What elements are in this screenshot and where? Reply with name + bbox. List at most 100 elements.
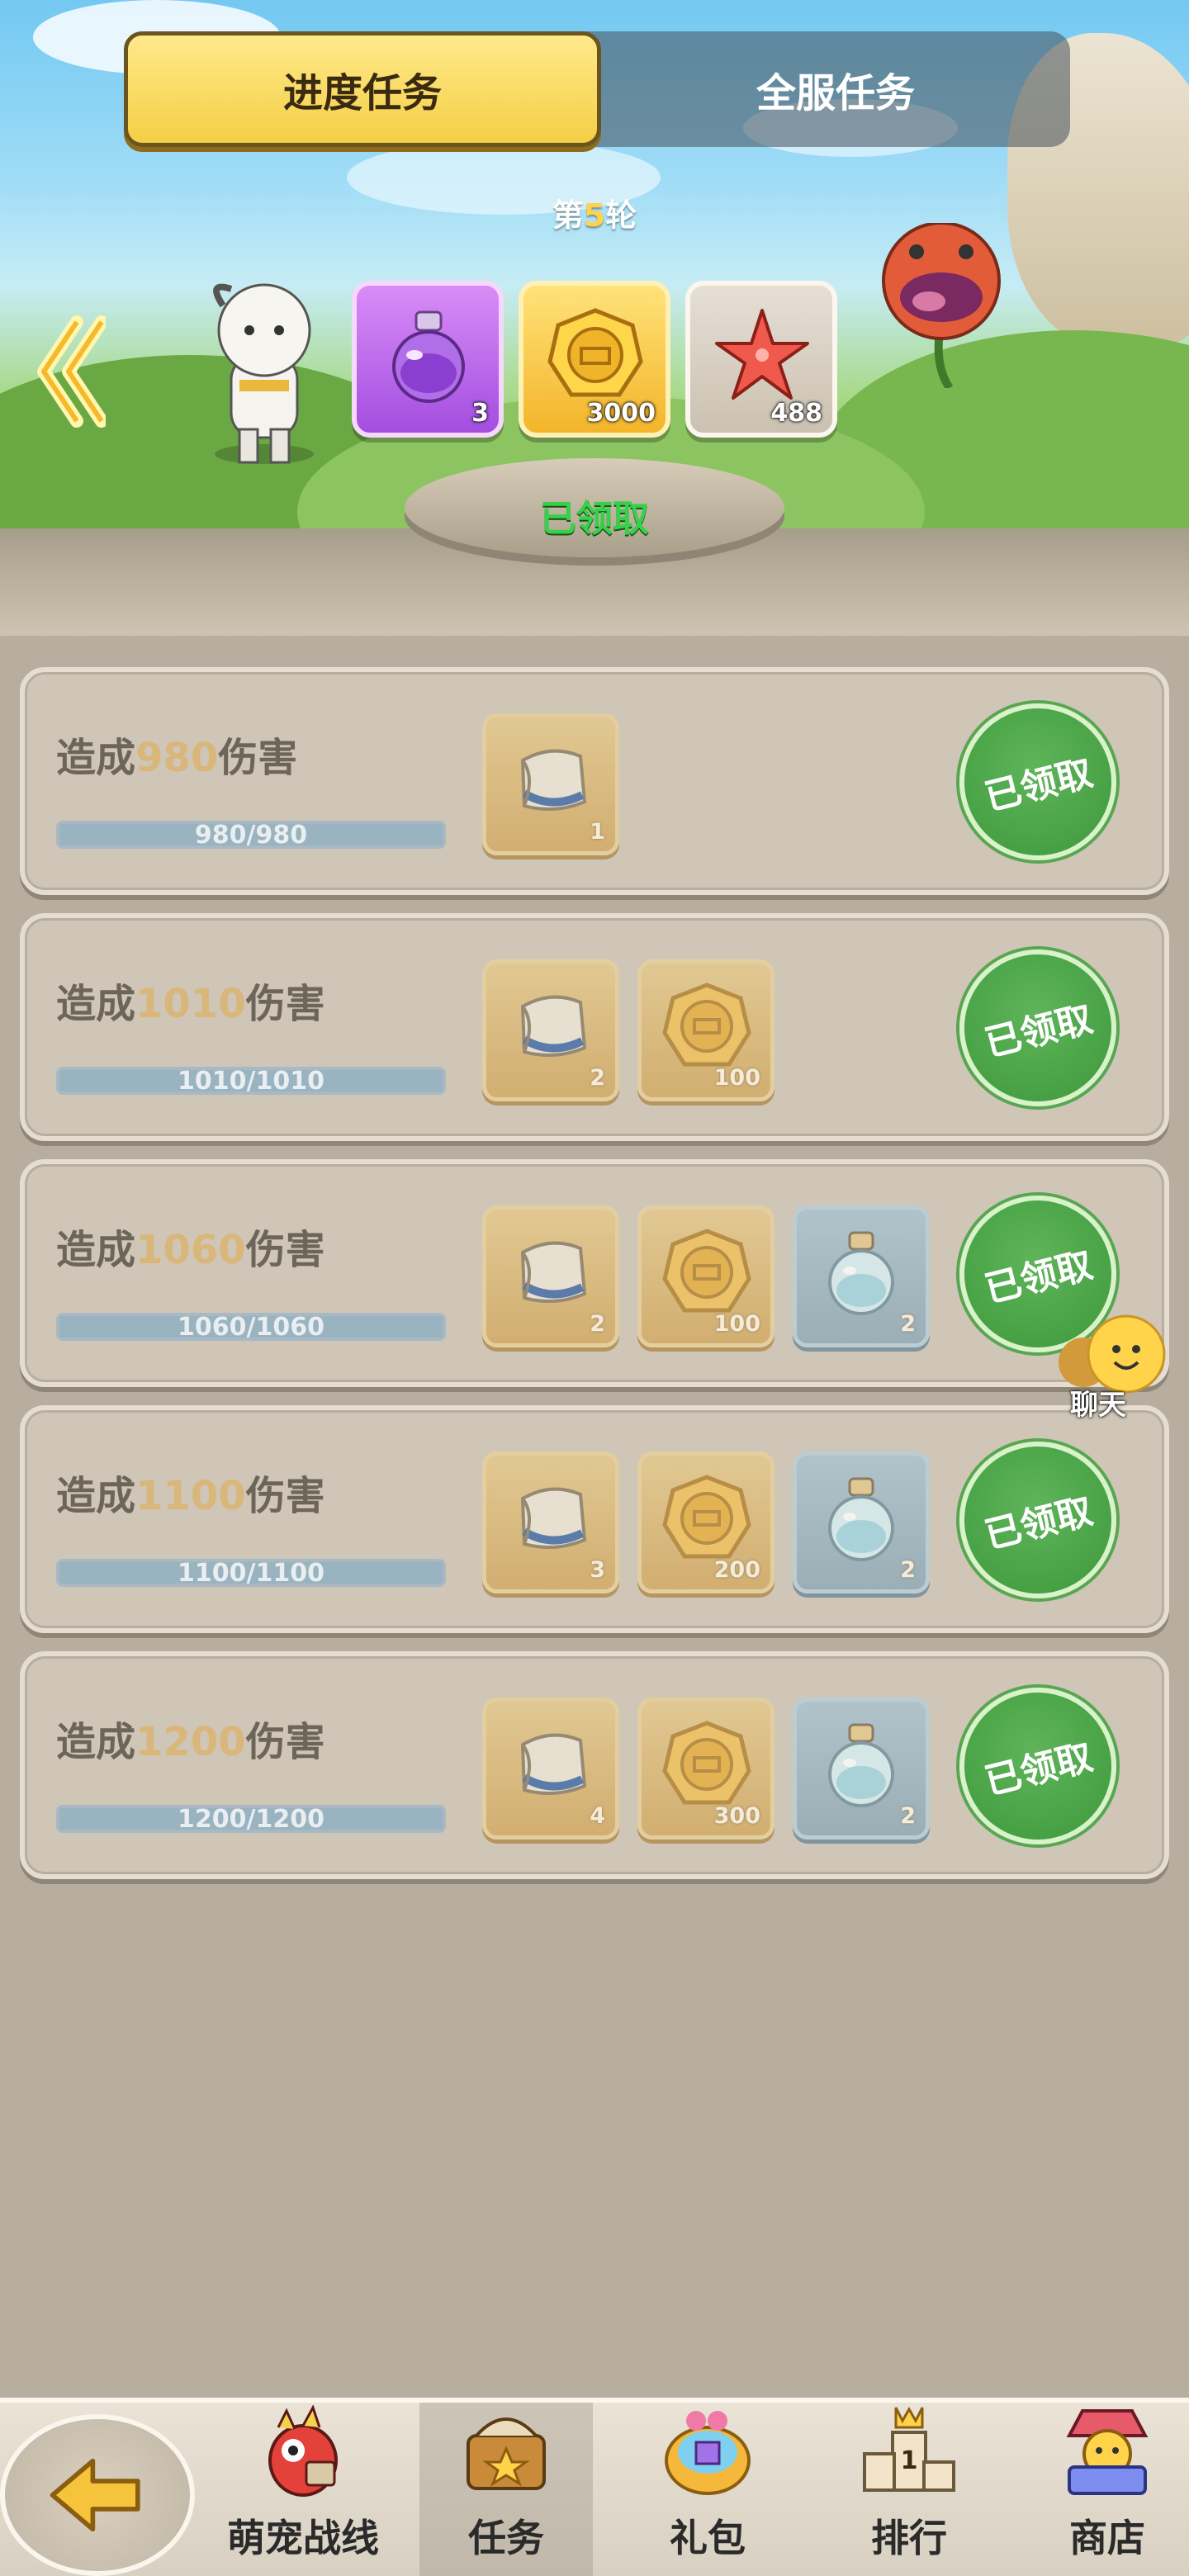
round-claimed-status: 已领取 bbox=[540, 498, 649, 540]
nav-tasks[interactable]: 任务 bbox=[419, 2403, 593, 2576]
gold-coin-icon bbox=[662, 1475, 751, 1559]
task-damage-amount: 1200 bbox=[135, 1719, 246, 1765]
task-progress-bar: 1060/1060 bbox=[56, 1313, 446, 1342]
task-title: 造成1060伤害 bbox=[56, 1217, 325, 1275]
reward-item[interactable]: 300 bbox=[637, 1698, 775, 1840]
task-chest-icon bbox=[467, 2417, 546, 2490]
task-damage-amount: 1010 bbox=[135, 981, 246, 1027]
nav-label: 商店 bbox=[1069, 2516, 1145, 2560]
round-reward-row: 3 3000 488 bbox=[352, 281, 837, 438]
gold-coin-icon bbox=[547, 308, 643, 397]
reward-item[interactable]: 100 bbox=[637, 959, 775, 1101]
task-row: 造成980伤害 980/980 1 已领取 bbox=[20, 667, 1169, 895]
plant-monster-icon bbox=[882, 223, 1001, 388]
claimed-button[interactable]: 已领取 bbox=[942, 1670, 1134, 1862]
task-progress-bar: 1200/1200 bbox=[56, 1804, 446, 1834]
reward-qty: 100 bbox=[713, 1065, 760, 1091]
claimed-button-label: 已领取 bbox=[980, 1243, 1097, 1312]
tab-progress-tasks[interactable]: 进度任务 bbox=[124, 31, 601, 147]
scroll-icon bbox=[520, 995, 587, 1057]
task-progress-bar: 1010/1010 bbox=[56, 1067, 446, 1096]
round-number: 5 bbox=[583, 197, 606, 234]
task-title-text: 伤害 bbox=[245, 1719, 325, 1765]
nav-label: 任务 bbox=[468, 2516, 544, 2560]
arrow-left-icon bbox=[50, 2458, 140, 2532]
progress-text: 1200/1200 bbox=[178, 1804, 324, 1834]
reward-item[interactable]: 4 bbox=[482, 1698, 619, 1840]
reward-item[interactable]: 2 bbox=[793, 1451, 930, 1593]
reward-qty: 488 bbox=[770, 399, 822, 428]
task-damage-amount: 980 bbox=[135, 735, 219, 781]
task-row: 造成1200伤害 1200/1200 4 300 2 已领取 bbox=[20, 1651, 1169, 1879]
reward-item[interactable]: 2 bbox=[482, 959, 619, 1101]
nav-shop[interactable]: 商店 bbox=[1021, 2403, 1189, 2576]
task-title: 造成1200伤害 bbox=[56, 1709, 325, 1767]
task-title-text: 伤害 bbox=[245, 1473, 325, 1519]
claimed-button-label: 已领取 bbox=[980, 997, 1097, 1066]
task-reward-list: 2 100 bbox=[482, 959, 775, 1101]
reward-item[interactable]: 200 bbox=[637, 1451, 775, 1593]
reward-qty: 3000 bbox=[586, 399, 656, 428]
reward-item[interactable]: 1 bbox=[482, 713, 619, 855]
task-title-text: 伤害 bbox=[218, 735, 298, 781]
claimed-button[interactable]: 已领取 bbox=[942, 932, 1134, 1124]
nav-pet-battle[interactable]: 萌宠战线 bbox=[216, 2403, 390, 2576]
task-reward-list: 1 bbox=[482, 713, 619, 855]
tab-server-tasks[interactable]: 全服任务 bbox=[601, 31, 1070, 147]
tab-bar: 进度任务 全服任务 bbox=[124, 31, 1070, 147]
task-title-text: 造成 bbox=[56, 735, 136, 781]
reward-qty: 3 bbox=[471, 399, 489, 428]
task-title-text: 造成 bbox=[56, 1227, 136, 1273]
gift-chest-icon bbox=[665, 2411, 751, 2495]
claimed-button[interactable]: 已领取 bbox=[942, 1424, 1134, 1616]
task-title-text: 造成 bbox=[56, 1473, 136, 1519]
task-row: 造成1010伤害 1010/1010 2 100 已领取 bbox=[20, 913, 1169, 1141]
purple-potion-icon bbox=[392, 310, 465, 403]
nav-ranking[interactable]: 1 排行 bbox=[822, 2403, 996, 2576]
round-label: 第5轮 bbox=[0, 190, 1189, 235]
task-title: 造成1100伤害 bbox=[56, 1463, 325, 1521]
nav-label: 萌宠战线 bbox=[227, 2516, 379, 2560]
gold-coin-icon bbox=[662, 983, 751, 1067]
potion-bottle-icon bbox=[828, 1231, 894, 1315]
nav-gift[interactable]: 礼包 bbox=[621, 2403, 794, 2576]
reward-qty: 2 bbox=[900, 1803, 916, 1829]
scroll-icon bbox=[520, 1733, 587, 1795]
chat-button[interactable]: 聊天 bbox=[1050, 1313, 1182, 1422]
reward-item[interactable]: 2 bbox=[793, 1698, 930, 1840]
round-reward-item[interactable]: 488 bbox=[685, 281, 837, 438]
scroll-icon bbox=[520, 749, 587, 811]
task-reward-list: 2 100 2 bbox=[482, 1205, 930, 1347]
task-row: 造成1100伤害 1100/1100 3 200 2 已领取 bbox=[20, 1405, 1169, 1633]
progress-text: 980/980 bbox=[194, 820, 308, 850]
claimed-button-label: 已领取 bbox=[980, 1735, 1097, 1804]
task-progress-bar: 980/980 bbox=[56, 820, 446, 850]
reward-qty: 2 bbox=[590, 1065, 605, 1091]
task-title: 造成980伤害 bbox=[56, 725, 297, 783]
chat-label: 聊天 bbox=[1070, 1389, 1126, 1422]
round-prefix: 第 bbox=[552, 197, 584, 234]
reward-item[interactable]: 2 bbox=[793, 1205, 930, 1347]
task-title: 造成1010伤害 bbox=[56, 971, 325, 1029]
round-reward-item[interactable]: 3 bbox=[352, 281, 504, 438]
reward-item[interactable]: 2 bbox=[482, 1205, 619, 1347]
shop-merchant-icon bbox=[1066, 2409, 1149, 2495]
round-reward-item[interactable]: 3000 bbox=[519, 281, 670, 438]
reward-item[interactable]: 3 bbox=[482, 1451, 619, 1593]
nav-label: 礼包 bbox=[670, 2516, 746, 2560]
task-damage-amount: 1060 bbox=[135, 1227, 246, 1273]
scroll-icon bbox=[520, 1241, 587, 1303]
claimed-button[interactable]: 已领取 bbox=[942, 686, 1134, 878]
reward-qty: 2 bbox=[900, 1557, 916, 1583]
double-chevron-left-icon[interactable] bbox=[31, 314, 106, 429]
reward-item[interactable]: 100 bbox=[637, 1205, 775, 1347]
task-damage-amount: 1100 bbox=[135, 1473, 246, 1519]
potion-bottle-icon bbox=[828, 1477, 894, 1561]
goat-character-icon bbox=[213, 283, 314, 464]
task-title-text: 伤害 bbox=[245, 981, 325, 1027]
back-button[interactable] bbox=[0, 2414, 195, 2576]
ranking-podium-icon: 1 bbox=[863, 2406, 955, 2492]
reward-qty: 300 bbox=[713, 1803, 760, 1829]
reward-qty: 4 bbox=[590, 1803, 605, 1829]
scroll-icon bbox=[520, 1487, 587, 1549]
